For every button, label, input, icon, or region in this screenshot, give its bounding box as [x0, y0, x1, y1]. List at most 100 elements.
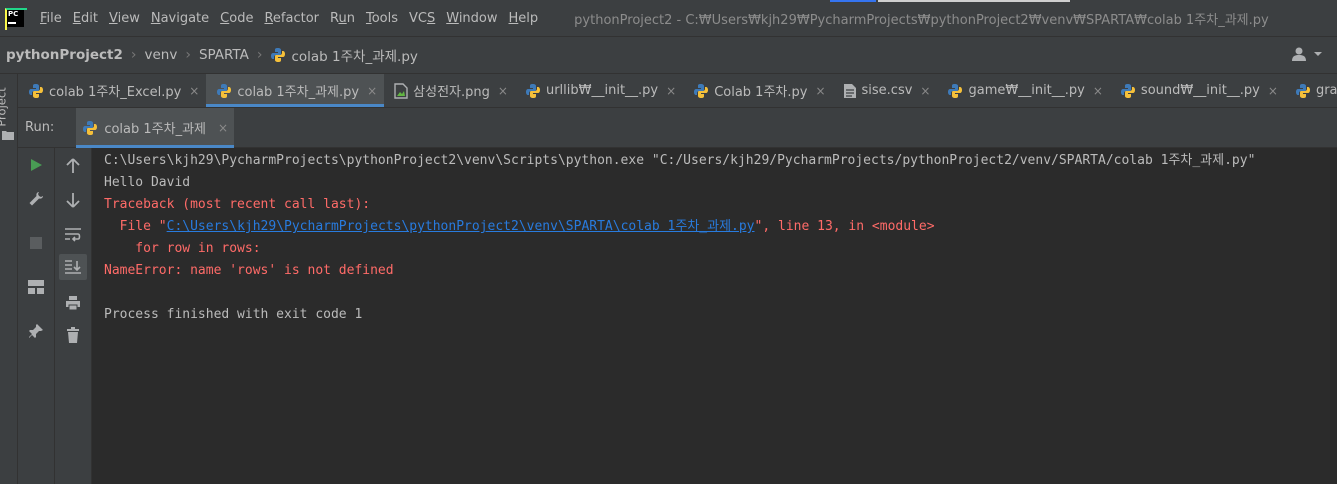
menu-window[interactable]: Window — [446, 11, 497, 26]
scroll-to-end-icon — [65, 260, 81, 274]
editor-tab-label: game₩__init__.py — [968, 83, 1085, 98]
down-stack-button[interactable] — [55, 187, 91, 213]
editor-tab[interactable]: urllib₩__init__.py × — [515, 74, 683, 107]
menu-refactor[interactable]: Refactor — [264, 11, 319, 26]
close-icon[interactable]: × — [367, 84, 377, 98]
close-icon[interactable]: × — [189, 84, 199, 98]
run-icon — [31, 159, 42, 171]
pin-icon — [29, 324, 43, 338]
close-icon[interactable]: × — [666, 84, 676, 98]
navigation-bar: pythonProject2 › venv › SPARTA › colab 1… — [0, 36, 1337, 74]
editor-tab-label: colab 1주차_Excel.py — [49, 85, 182, 100]
close-icon[interactable]: × — [218, 121, 228, 135]
rerun-button[interactable] — [18, 152, 54, 178]
breadcrumb-file-label: colab 1주차_과제.py — [291, 49, 418, 65]
python-file-icon — [947, 83, 963, 99]
menu-help[interactable]: Help — [509, 11, 539, 26]
close-icon[interactable]: × — [1268, 84, 1278, 98]
menu-edit[interactable]: Edit — [73, 11, 98, 26]
stop-button[interactable] — [18, 230, 54, 256]
menu-file[interactable]: File — [40, 11, 62, 26]
python-file-icon — [83, 120, 98, 135]
console-exit-line: Process finished with exit code 1 — [104, 307, 363, 322]
close-icon[interactable]: × — [498, 84, 508, 98]
traceback-file-link[interactable]: C:\Users\kjh29\PycharmProjects\pythonPro… — [167, 219, 755, 234]
up-stack-button[interactable] — [55, 153, 91, 179]
arrow-up-icon — [66, 158, 80, 173]
console-error-line: NameError: name 'rows' is not defined — [104, 263, 394, 278]
text-file-icon — [843, 83, 857, 99]
editor-tab-label: sise.csv — [861, 83, 913, 98]
menu-tools[interactable]: Tools — [366, 11, 398, 26]
run-tab[interactable]: colab 1주차_과제 × — [76, 107, 235, 148]
trash-icon — [67, 327, 79, 343]
pycharm-logo-icon: PC — [5, 8, 27, 30]
console-traceback-file-line: File "C:\Users\kjh29\PycharmProjects\pyt… — [104, 216, 1337, 238]
editor-tab-label: sound₩__init__.py — [1140, 83, 1260, 98]
editor-tab[interactable]: sound₩__init__.py × — [1110, 74, 1285, 107]
chevron-right-icon: › — [130, 47, 137, 63]
breadcrumb-project[interactable]: pythonProject2 — [6, 47, 123, 63]
soft-wrap-button[interactable] — [55, 222, 91, 248]
editor-tab-bar: colab 1주차_Excel.py × colab 1주차_과제.py × 삼성전자.… — [18, 74, 1337, 108]
console-stdout-line: Hello David — [104, 175, 191, 190]
modify-run-configuration-button[interactable] — [18, 186, 54, 212]
menu-view[interactable]: View — [109, 11, 140, 26]
project-tool-window-button[interactable]: Project — [0, 82, 18, 136]
menu-bar: PC File Edit View Navigate Code Refactor Run To… — [0, 0, 1337, 36]
breadcrumb-sparta[interactable]: SPARTA — [199, 47, 249, 63]
chevron-right-icon: › — [256, 47, 263, 63]
python-file-icon — [216, 83, 232, 99]
traceback-file-prefix: File " — [104, 219, 167, 234]
project-label: Project — [0, 87, 9, 127]
editor-tab-label: 삼성전자.png — [413, 85, 490, 100]
close-icon[interactable]: × — [920, 84, 930, 98]
breadcrumb-venv[interactable]: venv — [144, 47, 177, 63]
close-icon[interactable]: × — [815, 84, 825, 98]
menu-vcs[interactable]: VCS — [409, 11, 435, 26]
menu-run[interactable]: Run — [330, 11, 355, 26]
run-toolbar-primary — [18, 148, 55, 484]
restore-layout-button[interactable] — [18, 274, 54, 300]
editor-tab-label: graph — [1315, 83, 1337, 98]
editor-tab[interactable]: Colab 1주차.py × — [683, 74, 832, 107]
editor-tab[interactable]: game₩__init__.py × — [937, 74, 1109, 107]
editor-tab[interactable]: colab 1주차_Excel.py × — [18, 74, 206, 107]
python-file-icon — [1120, 83, 1136, 99]
editor-tab[interactable]: 삼성전자.png × — [384, 74, 515, 107]
python-file-icon — [271, 48, 286, 62]
run-tool-window-header: Run: colab 1주차_과제 × — [18, 107, 1337, 148]
python-file-icon — [525, 83, 541, 99]
user-account-button[interactable] — [1291, 46, 1323, 62]
image-file-icon — [394, 82, 408, 99]
dropdown-arrow-icon — [1314, 52, 1322, 56]
editor-tab-label: colab 1주차_과제.py — [237, 85, 360, 100]
close-icon[interactable]: × — [1093, 84, 1103, 98]
printer-icon — [66, 296, 80, 311]
pin-tab-button[interactable] — [18, 318, 54, 344]
arrow-down-icon — [66, 193, 80, 208]
editor-tab[interactable]: colab 1주차_과제.py × — [206, 74, 385, 107]
window-title: pythonProject2 - C:₩Users₩kjh29₩PycharmP… — [574, 12, 1269, 28]
stop-icon — [30, 237, 42, 249]
layout-icon — [28, 280, 44, 294]
console-command-line: C:\Users\kjh29\PycharmProjects\pythonPro… — [104, 153, 1256, 168]
editor-tab-label: urllib₩__init__.py — [545, 83, 659, 98]
python-file-icon — [1295, 83, 1311, 99]
traceback-file-suffix: ", line 13, in <module> — [754, 219, 935, 234]
user-account-icon — [1292, 47, 1306, 61]
print-button[interactable] — [55, 290, 91, 316]
breadcrumb-file[interactable]: colab 1주차_과제.py — [270, 45, 418, 65]
editor-tab[interactable]: graph — [1285, 74, 1337, 107]
run-tab-label: colab 1주차_과제 — [104, 122, 206, 137]
menu-navigate[interactable]: Navigate — [151, 11, 209, 26]
console-output[interactable]: C:\Users\kjh29\PycharmProjects\pythonPro… — [92, 148, 1337, 484]
clear-all-button[interactable] — [55, 322, 91, 348]
console-traceback-header: Traceback (most recent call last): — [104, 197, 371, 212]
menu-code[interactable]: Code — [220, 11, 253, 26]
console-traceback-code-line: for row in rows: — [104, 241, 261, 256]
editor-tab[interactable]: sise.csv × — [833, 74, 938, 107]
scroll-to-end-button[interactable] — [59, 254, 87, 280]
python-file-icon — [28, 83, 44, 99]
wrench-icon — [29, 192, 43, 206]
